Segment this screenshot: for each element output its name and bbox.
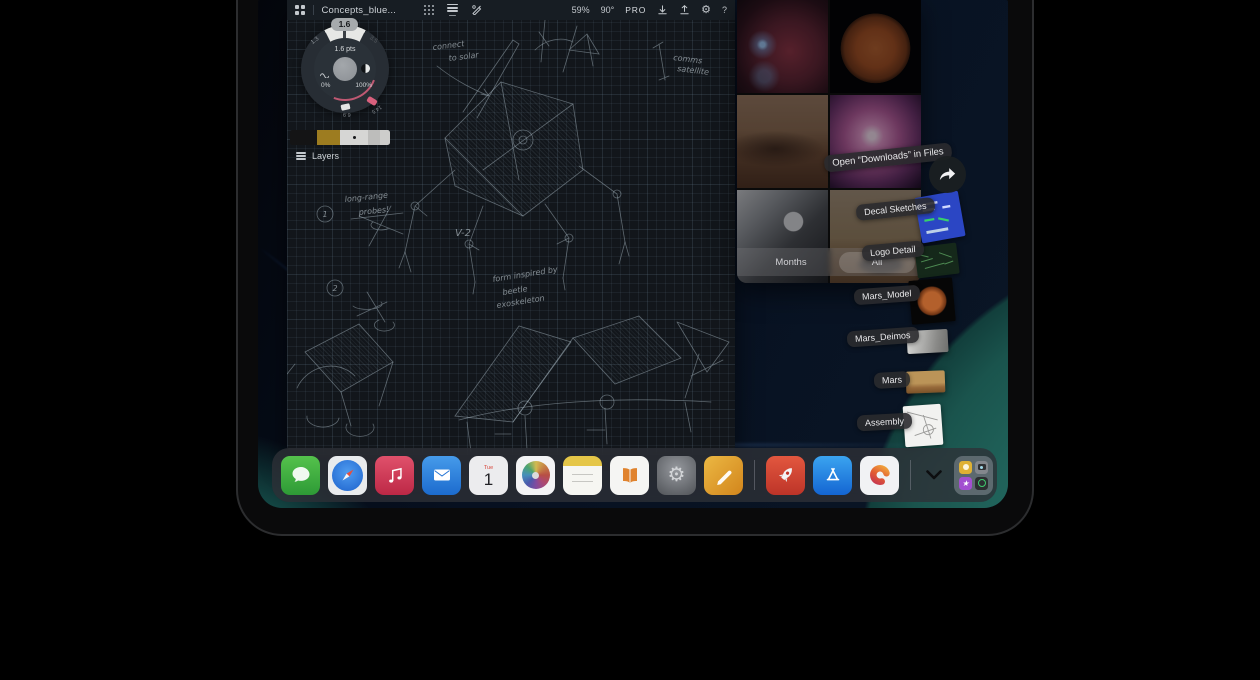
messages-bubble-icon — [289, 463, 313, 487]
drag-thumb-mars-model[interactable] — [908, 277, 956, 325]
photo-mars-landscape[interactable] — [737, 95, 828, 188]
calendar-day: 1 — [484, 471, 493, 488]
grid-settings-icon[interactable] — [424, 5, 434, 15]
handwriting: long-range — [344, 190, 388, 203]
notes-line — [572, 481, 593, 483]
app-photos[interactable] — [516, 456, 555, 495]
color-tone-bar[interactable] — [290, 130, 390, 145]
import-icon[interactable] — [657, 5, 668, 16]
drag-thumb-mars[interactable] — [906, 370, 946, 393]
layers-icon — [296, 152, 306, 160]
app-rocket[interactable] — [766, 456, 805, 495]
app-mail[interactable] — [422, 456, 461, 495]
handwriting: V-2 — [455, 228, 471, 239]
drag-item-mars[interactable]: Mars — [874, 371, 911, 389]
photo-orion-nebula[interactable] — [830, 95, 921, 188]
photos-app-window: Months All — [737, 0, 921, 283]
pro-badge-button[interactable]: PRO — [625, 5, 646, 15]
settings-gear-icon[interactable]: ⚙ — [701, 5, 711, 16]
tone-gray[interactable] — [368, 130, 380, 145]
app-music[interactable] — [375, 456, 414, 495]
pen-mode-icon[interactable] — [471, 4, 482, 15]
photo-mars-globe[interactable] — [830, 0, 921, 93]
layers-button[interactable]: Layers — [296, 151, 339, 161]
export-share-icon[interactable] — [679, 5, 690, 16]
safari-compass-icon — [332, 460, 363, 491]
settings-gear-icon: ⚙ — [668, 465, 686, 485]
mail-envelope-icon — [430, 463, 454, 487]
smoothing-icon — [320, 65, 329, 71]
layers-label: Layers — [312, 151, 339, 161]
app-concepts[interactable] — [860, 456, 899, 495]
pen-icon — [712, 463, 736, 487]
music-note-icon — [384, 464, 406, 486]
handwriting: connect — [432, 39, 466, 52]
app-settings[interactable]: ⚙ — [657, 456, 696, 495]
tone-light[interactable] — [380, 130, 390, 145]
photo-grid — [737, 0, 921, 283]
zoom-level[interactable]: 59% — [572, 5, 590, 15]
brush-preview-knob[interactable] — [333, 57, 357, 81]
handwriting: beetle — [502, 284, 528, 297]
books-open-book-icon — [618, 463, 642, 487]
app-messages[interactable] — [281, 456, 320, 495]
drag-item-assembly[interactable]: Assembly — [857, 413, 913, 432]
app-safari[interactable] — [328, 456, 367, 495]
ipad-screen: Concepts_blue... 59% 90° PRO ⚙ ? — [258, 0, 1008, 508]
app-notes[interactable] — [563, 456, 602, 495]
document-title[interactable]: Concepts_blue... — [322, 5, 397, 16]
photos-flower-icon — [522, 461, 550, 489]
tool-wheel-ring[interactable]: 1.3 3.5 6.9 14.5 1.6 pts 0% — [301, 25, 389, 113]
app-library-grid-icon: ★ — [959, 461, 988, 490]
dock-divider — [910, 460, 911, 490]
app-library[interactable]: ★ — [954, 456, 993, 495]
help-icon[interactable]: ? — [722, 5, 727, 15]
app-appstore[interactable] — [813, 456, 852, 495]
forward-arrow-icon — [939, 167, 956, 182]
notes-line — [572, 474, 593, 476]
opacity-max-label: 100% — [355, 82, 372, 89]
photo-horsehead-nebula[interactable] — [737, 0, 828, 93]
opacity-min-label: 0% — [321, 82, 330, 89]
app-books[interactable] — [610, 456, 649, 495]
tool-wheel-center[interactable]: 1.6 pts 0% 100% — [314, 38, 376, 100]
tone-black[interactable] — [290, 130, 317, 145]
circled-number: 2 — [332, 284, 337, 293]
gallery-grid-icon[interactable] — [295, 5, 305, 15]
app-sketch-pen[interactable] — [704, 456, 743, 495]
menu-icon[interactable] — [447, 4, 458, 17]
circled-number: 1 — [322, 210, 327, 219]
rocket-icon — [774, 463, 798, 487]
stroke-size-value: 1.6 pts — [314, 46, 376, 53]
tone-selected[interactable] — [340, 130, 368, 145]
concepts-c-icon — [867, 462, 893, 488]
handwriting: to solar — [448, 50, 480, 63]
share-forward-button[interactable] — [929, 156, 966, 193]
handwriting: satellite — [677, 64, 710, 77]
opacity-contrast-icon — [361, 64, 370, 73]
concepts-toolbar: Concepts_blue... 59% 90° PRO ⚙ ? — [287, 0, 735, 20]
dock-divider — [754, 460, 755, 490]
rotation-angle[interactable]: 90° — [601, 5, 615, 15]
segment-months[interactable]: Months — [743, 257, 839, 268]
dock-collapse-chevron[interactable] — [922, 470, 946, 480]
concepts-app-window: Concepts_blue... 59% 90° PRO ⚙ ? — [287, 0, 735, 455]
dock: Tue 1 ⚙ — [272, 448, 997, 502]
appstore-a-icon — [821, 463, 845, 487]
divider — [313, 5, 314, 15]
tool-size-label: 6.9 — [343, 111, 351, 117]
app-calendar[interactable]: Tue 1 — [469, 456, 508, 495]
tone-gold[interactable] — [317, 130, 340, 145]
brush-size-pill: 1.6 — [331, 18, 358, 31]
handwriting: form inspired by — [492, 265, 559, 284]
sketch-canvas[interactable]: connect to solar comms satellite V-2 lon… — [287, 20, 735, 455]
eraser-tool-icon[interactable] — [340, 103, 350, 111]
